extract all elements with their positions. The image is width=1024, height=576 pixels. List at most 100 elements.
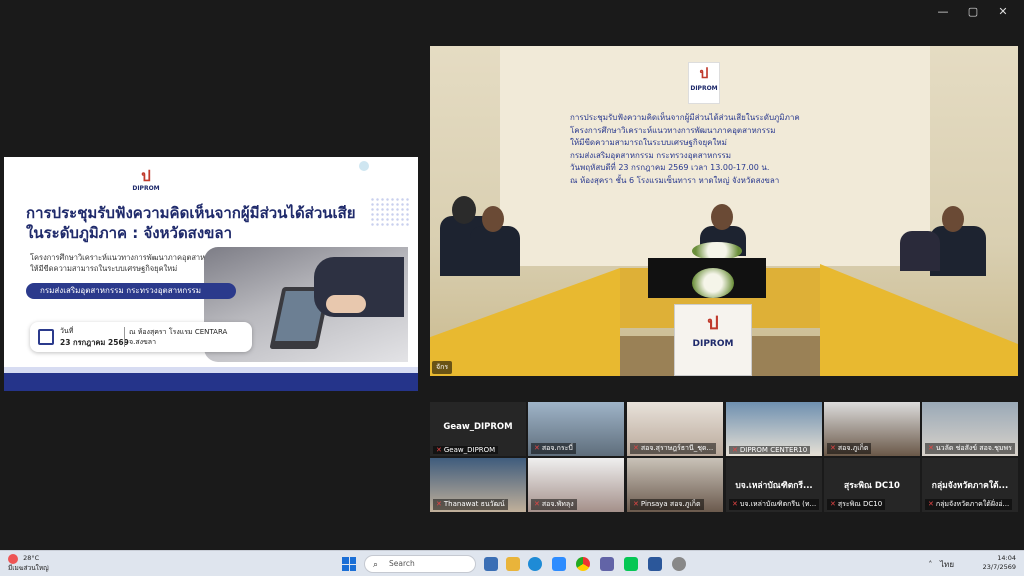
participant-name-label: ✕ สอจ.สุราษฎร์ธานี_ชุด... [630, 443, 717, 454]
participant-tile[interactable]: สุระพิณ DC10 ✕ สุระพิณ DC10 [824, 458, 920, 512]
backdrop-line: ณ ห้องสุครา ชั้น 6 โรงแรมเซ็นทารา หาดใหญ… [570, 175, 780, 185]
main-speaker-video[interactable]: ป DIPROM การประชุมรับฟังความคิดเห็นจากผู… [430, 46, 1018, 376]
table-left [430, 268, 620, 376]
muted-mic-icon: ✕ [534, 500, 540, 508]
participant-tile[interactable]: ✕ สอจ.กระบี่ [528, 402, 624, 456]
slide-title: การประชุมรับฟังความคิดเห็นจากผู้มีส่วนได… [26, 203, 366, 243]
zoom-meeting-window: — ▢ ✕ ป DIPROM การประชุมรับฟังความคิดเห็… [0, 0, 1024, 550]
attendee-head [942, 206, 964, 232]
participant-name-label: ✕ สอจ.กระบี่ [531, 443, 576, 454]
muted-mic-icon: ✕ [830, 444, 836, 452]
participant-name-label: ✕ Geaw_DIPROM [433, 446, 499, 454]
hand-image [326, 295, 366, 313]
participant-tile[interactable]: ✕ Pinsaya สอจ.ภูเก็ต [627, 458, 723, 512]
participant-name-label: ✕ Thanawat ธนวัฒน์ [433, 499, 508, 510]
date-label: วันที่ [60, 327, 74, 335]
participant-tile[interactable]: ✕ สอจ.สุราษฎร์ธานี_ชุด... [627, 402, 723, 456]
maximize-icon[interactable]: ▢ [958, 4, 988, 20]
venue-line2: จ.สงขลา [129, 338, 157, 346]
system-tray[interactable]: ˄ ไทย [928, 558, 954, 571]
search-placeholder: Search [389, 559, 415, 568]
participant-tile[interactable]: ✕ สอจ.ภูเก็ต [824, 402, 920, 456]
participant-name-text: สอจ.พัทลุง [541, 500, 574, 508]
taskbar-search[interactable]: ⌕ Search [364, 555, 476, 573]
task-view-icon[interactable] [484, 557, 498, 571]
participant-name-text: นวลัด ช่อสังข์ สอจ.ชุมพร [935, 444, 1012, 452]
close-icon[interactable]: ✕ [988, 4, 1018, 20]
muted-mic-icon: ✕ [732, 500, 738, 508]
language-indicator[interactable]: ไทย [940, 560, 954, 569]
muted-mic-icon: ✕ [633, 500, 639, 508]
participant-name-text: สอจ.สุราษฎร์ธานี_ชุด... [640, 444, 714, 452]
participant-tile[interactable]: กลุ่มจังหวัดภาคใต้... ✕ กลุ่มจังหวัดภาคใต้… [922, 458, 1018, 512]
attendee [470, 226, 520, 276]
participant-name-label: ✕ สอจ.ภูเก็ต [827, 443, 872, 454]
zoom-icon[interactable] [552, 557, 566, 571]
participant-tile[interactable]: บจ.เหล่าบัณฑิตกรี... ✕ บจ.เหล่าบัณฑิตกรีน … [726, 458, 822, 512]
podium-logo-text: DIPROM [692, 339, 734, 349]
participant-name-label: ✕ บจ.เหล่าบัณฑิตกรีน (ท... [729, 499, 820, 510]
participant-name-text: สอจ.ภูเก็ต [837, 444, 869, 452]
backdrop-logo-text: DIPROM [690, 85, 718, 92]
participant-name-label: ✕ กลุ่มจังหวัดภาคใต้ฝั่งอ่... [925, 499, 1013, 510]
clock-date: 23/7/2569 [982, 563, 1016, 571]
settings-icon[interactable] [672, 557, 686, 571]
participant-name-text: Geaw_DIPROM [443, 446, 496, 454]
muted-mic-icon: ✕ [928, 444, 934, 452]
muted-mic-icon: ✕ [633, 444, 639, 452]
backdrop-logo-mark: ป [699, 66, 709, 82]
chrome-icon[interactable] [576, 557, 590, 571]
start-button[interactable] [342, 557, 356, 571]
speaker-head [711, 204, 733, 230]
slide-title-line1: การประชุมรับฟังความคิดเห็นจากผู้มีส่วนได… [26, 204, 356, 222]
participant-display-name: สุระพิณ DC10 [844, 481, 900, 491]
backdrop-line: การประชุมรับฟังความคิดเห็นจากผู้มีส่วนได… [570, 113, 800, 122]
participant-name-text: Pinsaya สอจ.ภูเก็ต [640, 500, 701, 508]
flowers [692, 268, 734, 298]
participant-name-text: DIPROM CENTER10 [739, 446, 808, 454]
shared-slide: ป DIPROM การประชุมรับฟังความคิดเห็นจากผู… [4, 157, 418, 391]
word-icon[interactable] [648, 557, 662, 571]
participant-name-label: ✕ Pinsaya สอจ.ภูเก็ต [630, 499, 704, 510]
participant-name-label: ✕ นวลัด ช่อสังข์ สอจ.ชุมพร [925, 443, 1015, 454]
date-divider [124, 327, 125, 347]
participant-name-text: บจ.เหล่าบัณฑิตกรีน (ท... [739, 500, 817, 508]
muted-mic-icon: ✕ [436, 446, 442, 454]
windows-taskbar: 28°C มีเมฆส่วนใหญ่ ⌕ Search ˄ ไทย 14:04 … [0, 550, 1024, 576]
weather-icon [8, 554, 18, 564]
chevron-up-icon[interactable]: ˄ [928, 560, 932, 569]
participant-tile[interactable]: ✕ Thanawat ธนวัฒน์ [430, 458, 526, 512]
org-pill: กรมส่งเสริมอุตสาหกรรม กระทรวงอุตสาหกรรม [26, 283, 236, 299]
weather-widget[interactable]: 28°C มีเมฆส่วนใหญ่ [8, 554, 49, 573]
backdrop-line: วันพฤหัสบดีที่ 23 กรกฎาคม 2569 เวลา 13.0… [570, 163, 770, 172]
backdrop-logo: ป DIPROM [688, 62, 720, 104]
teams-icon[interactable] [600, 557, 614, 571]
minimize-icon[interactable]: — [928, 4, 958, 20]
participant-tile[interactable]: ✕ นวลัด ช่อสังข์ สอจ.ชุมพร [922, 402, 1018, 456]
decor-dots [370, 197, 410, 227]
window-controls: — ▢ ✕ [928, 4, 1018, 20]
line-icon[interactable] [624, 557, 638, 571]
edge-icon[interactable] [528, 557, 542, 571]
backdrop-text: การประชุมรับฟังความคิดเห็นจากผู้มีส่วนได… [570, 112, 870, 187]
date-value: 23 กรกฎาคม 2569 [60, 338, 129, 347]
participant-tile[interactable]: ✕ DIPROM CENTER10 [726, 402, 822, 456]
search-icon: ⌕ [373, 560, 379, 570]
clock[interactable]: 14:04 23/7/2569 [983, 554, 1016, 572]
table-right [820, 264, 1018, 376]
backdrop-line: โครงการศึกษาวิเคราะห์แนวทางการพัฒนาภาคอุ… [570, 125, 776, 135]
weather-text: มีเมฆส่วนใหญ่ [8, 564, 49, 572]
clock-time: 14:04 [997, 554, 1016, 562]
backdrop-line: กรมส่งเสริมอุตสาหกรรม กระทรวงอุตสาหกรรม [570, 150, 732, 160]
muted-mic-icon: ✕ [928, 500, 934, 508]
file-explorer-icon[interactable] [506, 557, 520, 571]
muted-mic-icon: ✕ [534, 444, 540, 452]
date-box: วันที่ 23 กรกฎาคม 2569 ณ ห้องสุครา โรงแร… [30, 322, 252, 352]
muted-mic-icon: ✕ [830, 500, 836, 508]
participant-tile[interactable]: Geaw_DIPROM ✕ Geaw_DIPROM [430, 402, 526, 456]
participant-display-name: กลุ่มจังหวัดภาคใต้... [931, 481, 1009, 491]
participant-tile[interactable]: ✕ สอจ.พัทลุง [528, 458, 624, 512]
venue: ณ ห้องสุครา โรงแรม CENTARA จ.สงขลา [129, 327, 249, 347]
participant-name-label: ✕ สอจ.พัทลุง [531, 499, 577, 510]
participant-display-name: บจ.เหล่าบัณฑิตกรี... [735, 481, 813, 491]
